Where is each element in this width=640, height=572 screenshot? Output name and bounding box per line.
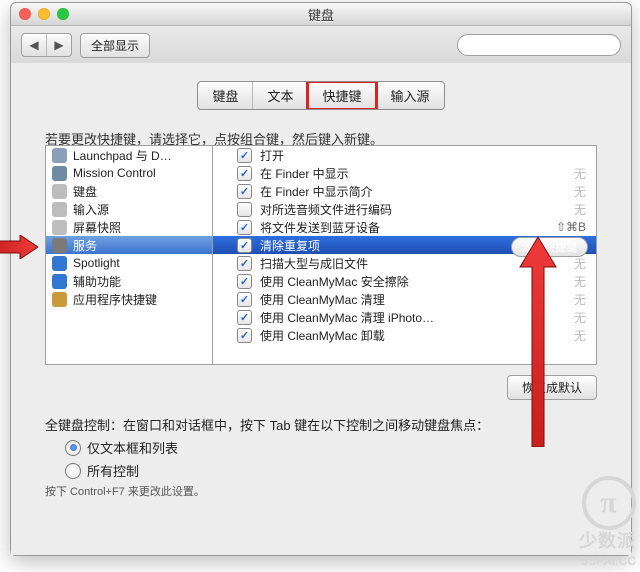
a11y-icon xyxy=(52,274,67,289)
shortcut-row[interactable]: 对所选音频文件进行编码 无 xyxy=(213,200,596,218)
sidebar-item-label: 服务 xyxy=(73,237,97,254)
sidebar-item-label: Spotlight xyxy=(73,256,120,270)
sidebar-item-spotlight[interactable]: Spotlight xyxy=(46,254,212,272)
sidebar-item-screenshot[interactable]: 屏幕快照 xyxy=(46,218,212,236)
sidebar-item-input[interactable]: 输入源 xyxy=(46,200,212,218)
shortcut-label: 清除重复项 xyxy=(260,237,320,254)
mission-icon xyxy=(52,166,67,181)
radio-icon xyxy=(65,463,81,479)
checkbox[interactable] xyxy=(237,202,252,217)
tab-3[interactable]: 输入源 xyxy=(376,82,444,109)
toolbar: ◀ ▶ 全部显示 xyxy=(11,26,631,65)
search-input[interactable] xyxy=(457,34,621,56)
shortcut-none: 无 xyxy=(574,291,586,308)
checkbox[interactable] xyxy=(237,166,252,181)
shortcut-panes: Launchpad 与 D… Mission Control 键盘输入源屏幕快照服务… xyxy=(45,145,597,365)
shortcut-label: 在 Finder 中显示简介 xyxy=(260,183,373,200)
nav-back-forward[interactable]: ◀ ▶ xyxy=(21,33,72,57)
sidebar-item-mission[interactable]: Mission Control xyxy=(46,164,212,182)
checkbox[interactable] xyxy=(237,274,252,289)
sidebar-item-a11y[interactable]: 辅助功能 xyxy=(46,272,212,290)
tab-0[interactable]: 键盘 xyxy=(198,82,252,109)
full-keyboard-access: 全键盘控制：在窗口和对话框中，按下 Tab 键在以下控制之间移动键盘焦点： 仅文… xyxy=(45,415,597,480)
screenshot-icon xyxy=(52,220,67,235)
checkbox[interactable] xyxy=(237,220,252,235)
fka-all-controls-radio[interactable]: 所有控制 xyxy=(65,461,597,480)
shortcut-label: 使用 CleanMyMac 清理 iPhoto… xyxy=(260,309,434,326)
tab-bar: 键盘文本快捷键输入源 xyxy=(197,81,444,110)
shortcut-label: 扫描大型与成旧文件 xyxy=(260,255,368,272)
wm-line2: SSPAI.CC xyxy=(580,554,636,568)
search-field[interactable] xyxy=(464,37,623,53)
sidebar-item-app[interactable]: 应用程序快捷键 xyxy=(46,290,212,308)
shortcut-key: ⇧⌘B xyxy=(556,220,586,234)
shortcut-row[interactable]: 将文件发送到蓝牙设备 ⇧⌘B xyxy=(213,218,596,236)
shortcut-row[interactable]: 在 Finder 中显示简介 无 xyxy=(213,182,596,200)
watermark: π 少数派 SSPAI.CC xyxy=(579,476,636,568)
sidebar-item-label: Launchpad 与 D… xyxy=(73,147,172,164)
launchpad-icon xyxy=(52,148,67,163)
app-icon xyxy=(52,292,67,307)
annotation-arrow-left xyxy=(0,235,38,259)
sidebar-item-label: Mission Control xyxy=(73,166,156,180)
shortcut-none: 无 xyxy=(574,309,586,326)
shortcut-none: 无 xyxy=(574,201,586,218)
radio-icon xyxy=(65,440,81,456)
shortcut-row[interactable]: 在 Finder 中显示 无 xyxy=(213,164,596,182)
window-title: 键盘 xyxy=(11,5,631,24)
titlebar: 键盘 xyxy=(11,3,631,26)
checkbox[interactable] xyxy=(237,238,252,253)
input-icon xyxy=(52,202,67,217)
shortcut-none: 无 xyxy=(574,165,586,182)
sidebar-item-label: 应用程序快捷键 xyxy=(73,291,157,308)
shortcut-label: 打开 xyxy=(260,147,284,164)
wm-line1: 少数派 xyxy=(579,531,636,551)
sidebar-item-label: 屏幕快照 xyxy=(73,219,121,236)
checkbox[interactable] xyxy=(237,148,252,163)
fka-prompt: 全键盘控制：在窗口和对话框中，按下 Tab 键在以下控制之间移动键盘焦点： xyxy=(45,415,597,434)
tab-1[interactable]: 文本 xyxy=(252,82,307,109)
checkbox[interactable] xyxy=(237,256,252,271)
back-icon[interactable]: ◀ xyxy=(22,34,46,56)
category-list[interactable]: Launchpad 与 D… Mission Control 键盘输入源屏幕快照服务… xyxy=(45,145,212,365)
shortcut-row[interactable]: 打开 xyxy=(213,146,596,164)
shortcut-none: 无 xyxy=(574,327,586,344)
spotlight-icon xyxy=(52,256,67,271)
services-icon xyxy=(52,238,67,253)
shortcut-label: 在 Finder 中显示 xyxy=(260,165,349,182)
shortcut-none: 无 xyxy=(574,273,586,290)
tab-2[interactable]: 快捷键 xyxy=(308,82,376,109)
keyboard-icon xyxy=(52,184,67,199)
shortcut-label: 使用 CleanMyMac 安全擦除 xyxy=(260,273,409,290)
checkbox[interactable] xyxy=(237,292,252,307)
shortcut-label: 使用 CleanMyMac 清理 xyxy=(260,291,385,308)
checkbox[interactable] xyxy=(237,328,252,343)
sidebar-item-label: 输入源 xyxy=(73,201,109,218)
show-all-button[interactable]: 全部显示 xyxy=(80,33,150,58)
sidebar-item-keyboard[interactable]: 键盘 xyxy=(46,182,212,200)
shortcut-none: 无 xyxy=(574,255,586,272)
fka-opt1-label: 仅文本框和列表 xyxy=(87,438,178,457)
fka-opt2-label: 所有控制 xyxy=(87,461,139,480)
sidebar-item-launchpad[interactable]: Launchpad 与 D… xyxy=(46,146,212,164)
checkbox[interactable] xyxy=(237,310,252,325)
fka-hint: 按下 Control+F7 来更改此设置。 xyxy=(45,483,205,499)
annotation-arrow-up xyxy=(518,237,558,447)
sidebar-item-label: 键盘 xyxy=(73,183,97,200)
forward-icon[interactable]: ▶ xyxy=(46,34,71,56)
shortcut-label: 使用 CleanMyMac 卸载 xyxy=(260,327,385,344)
sidebar-item-services[interactable]: 服务 xyxy=(46,236,212,254)
checkbox[interactable] xyxy=(237,184,252,199)
pi-icon: π xyxy=(582,476,636,530)
shortcut-none: 无 xyxy=(574,183,586,200)
shortcut-label: 对所选音频文件进行编码 xyxy=(260,201,392,218)
sidebar-item-label: 辅助功能 xyxy=(73,273,121,290)
shortcut-label: 将文件发送到蓝牙设备 xyxy=(260,219,380,236)
